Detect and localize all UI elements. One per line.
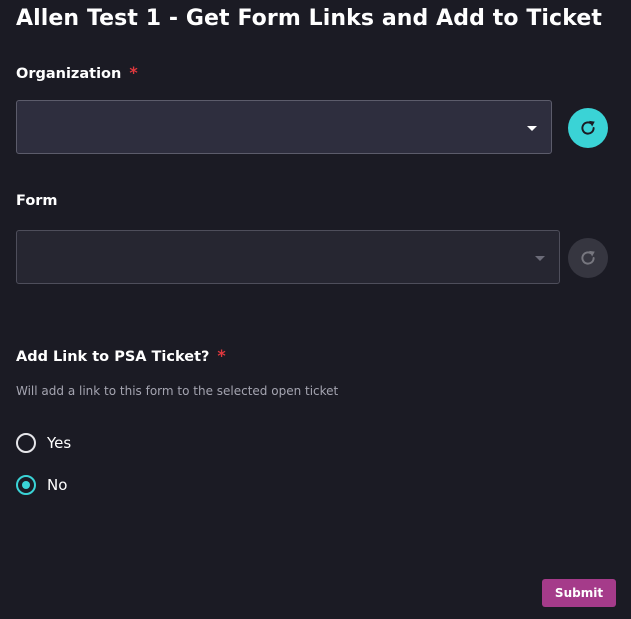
add-link-label: Add Link to PSA Ticket? * — [16, 346, 226, 365]
required-marker: * — [217, 346, 226, 365]
radio-option-yes[interactable]: Yes — [16, 433, 71, 453]
organization-select[interactable] — [16, 100, 552, 154]
page-title: Allen Test 1 - Get Form Links and Add to… — [16, 6, 602, 31]
radio-label-yes: Yes — [47, 434, 72, 452]
submit-button[interactable]: Submit — [542, 579, 616, 607]
chevron-down-icon — [535, 256, 545, 261]
form-label: Form — [16, 193, 58, 209]
form-select[interactable] — [16, 230, 560, 284]
organization-refresh-button[interactable] — [568, 108, 608, 148]
form-label-text: Form — [16, 193, 58, 209]
organization-label: Organization * — [16, 63, 138, 82]
refresh-icon — [581, 120, 595, 135]
organization-label-text: Organization — [16, 66, 122, 82]
refresh-icon — [581, 250, 595, 265]
radio-button-no[interactable] — [16, 475, 36, 495]
add-link-label-text: Add Link to PSA Ticket? — [16, 349, 210, 365]
radio-option-no[interactable]: No — [16, 475, 67, 495]
radio-label-no: No — [47, 476, 68, 494]
radio-selected-dot — [22, 481, 30, 489]
add-link-hint: Will add a link to this form to the sele… — [16, 384, 339, 398]
radio-button-yes[interactable] — [16, 433, 36, 453]
chevron-down-icon — [527, 126, 537, 131]
form-refresh-button[interactable] — [568, 238, 608, 278]
required-marker: * — [129, 63, 138, 82]
